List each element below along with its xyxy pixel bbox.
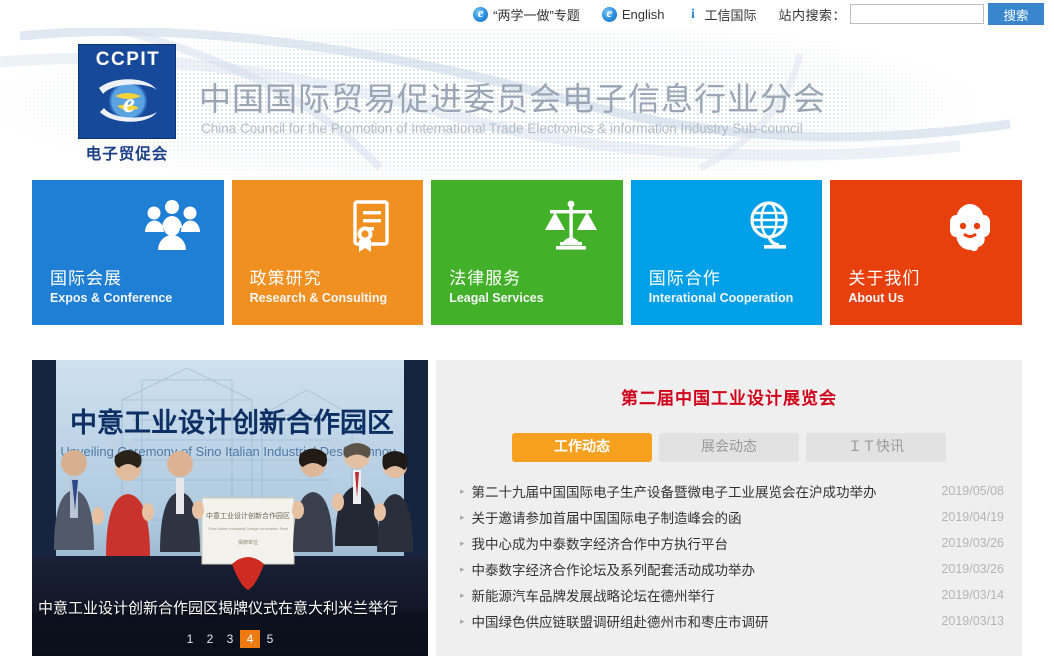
scales-balance-icon [544, 200, 597, 250]
top-utility-bar: “两学一做”专题 English 工信国际 站内搜索： 搜索 [0, 0, 1054, 28]
news-item-title: 第二十九届中国国际电子生产设备暨微电子工业展览会在沪成功举办 [471, 485, 877, 501]
news-item-title: 关于邀请参加首届中国国际电子制造峰会的函 [471, 511, 742, 527]
tab-work-news[interactable]: 工作动态 [512, 433, 652, 462]
search-input[interactable] [850, 4, 984, 24]
carousel-caption: 中意工业设计创新合作园区揭牌仪式在意大利米兰举行 [38, 599, 399, 617]
tile-label-en: Expos & Conference [50, 291, 173, 305]
news-panel-title: 第二届中国工业设计展览会 [621, 389, 837, 409]
list-item[interactable]: ▸ 我中心成为中泰数字经济合作中方执行平台 2019/03/26 [460, 530, 1004, 556]
tile-research-consulting[interactable]: 政策研究 Research & Consulting [231, 180, 424, 325]
news-item-date: 2019/04/19 [941, 510, 1004, 524]
logo-badge: CCPIT e [78, 44, 176, 139]
news-item-title: 我中心成为中泰数字经济合作中方执行平台 [471, 537, 729, 553]
primary-nav-tiles: 国际会展 Expos & Conference 政策研究 Research & … [32, 180, 1022, 325]
tile-label-en: Leagal Services [449, 291, 544, 305]
top-link-liangxue[interactable]: “两学一做”专题 [473, 5, 580, 24]
tile-expos-conference[interactable]: 国际会展 Expos & Conference [32, 180, 224, 325]
tab-it-news[interactable]: ＩＴ快讯 [806, 433, 946, 462]
tile-label-cn: 国际合作 [648, 269, 721, 289]
certificate-icon [353, 200, 389, 252]
top-link-label: 工信国际 [704, 7, 757, 23]
top-link-label: English [621, 6, 665, 22]
tab-expo-news[interactable]: 展会动态 [659, 433, 799, 462]
news-carousel[interactable]: 中意工业设计创新合作园区 Unveiling Ceremony of Sino … [32, 360, 428, 656]
people-group-icon [144, 200, 200, 250]
bullet-arrow-icon: ▸ [460, 589, 465, 600]
svg-text:中意工业设计创新合作园区: 中意工业设计创新合作园区 [206, 511, 290, 520]
bullet-arrow-icon: ▸ [460, 615, 465, 626]
news-list: ▸ 第二十九届中国国际电子生产设备暨微电子工业展览会在沪成功举办 2019/05… [436, 478, 1022, 634]
tile-label-en: Interational Cooperation [648, 291, 794, 305]
lower-content: 中意工业设计创新合作园区 Unveiling Ceremony of Sino … [32, 360, 1022, 656]
tile-label-en: About Us [848, 291, 904, 305]
site-subtitle: China Council for the Promotion of Inter… [201, 121, 803, 136]
globe-e-icon: e [99, 79, 157, 122]
svg-text:Sino Italian Industrial Design: Sino Italian Industrial Design Innovatio… [208, 526, 288, 531]
news-item-title: 中泰数字经济合作论坛及系列配套活动成功举办 [471, 563, 756, 579]
news-item-date: 2019/03/13 [941, 614, 1004, 628]
search-label: 站内搜索： [778, 7, 846, 23]
tile-about-us[interactable]: 关于我们 About Us [830, 180, 1022, 325]
news-item-title: 新能源汽车品牌发展战略论坛在德州举行 [471, 589, 715, 605]
headset-support-icon [949, 202, 990, 252]
news-item-title: 中国绿色供应链联盟调研组赴德州市和枣庄市调研 [471, 615, 769, 631]
tile-label-cn: 国际会展 [50, 269, 122, 289]
svg-text:揭牌单位: 揭牌单位 [238, 539, 258, 546]
search-button[interactable]: 搜索 [988, 3, 1044, 25]
ie-browser-icon [601, 5, 617, 22]
tile-legal-services[interactable]: 法律服务 Leagal Services [431, 180, 623, 325]
top-link-label: “两学一做”专题 [493, 7, 580, 23]
news-item-date: 2019/03/26 [941, 536, 1004, 550]
info-icon [686, 7, 699, 22]
ccpit-logo[interactable]: CCPIT e 电子贸促会 [78, 44, 182, 163]
site-header: CCPIT e 电子贸促会 中国国际贸易促进委员会电子信息行业分会 China … [0, 28, 1054, 174]
ie-browser-icon [473, 5, 489, 22]
pager-dot-2[interactable]: 2 [200, 630, 220, 648]
news-item-date: 2019/03/26 [941, 562, 1004, 576]
bullet-arrow-icon: ▸ [460, 537, 465, 548]
pager-dot-1[interactable]: 1 [180, 630, 200, 648]
logo-subtitle-text: 电子贸促会 [85, 146, 169, 163]
svg-text:e: e [123, 88, 135, 118]
site-search: 站内搜索： 搜索 [778, 3, 1044, 25]
tile-label-cn: 关于我们 [848, 269, 921, 289]
top-link-english[interactable]: English [601, 5, 665, 22]
list-item[interactable]: ▸ 中泰数字经济合作论坛及系列配套活动成功举办 2019/03/26 [460, 556, 1004, 582]
pager-dot-4[interactable]: 4 [240, 630, 260, 648]
top-link-gongxinguoji[interactable]: 工信国际 [686, 5, 756, 24]
tile-label-cn: 政策研究 [249, 269, 322, 289]
svg-text:中意工业设计创新合作园区: 中意工业设计创新合作园区 [70, 407, 394, 439]
news-item-date: 2019/03/14 [941, 588, 1004, 602]
bullet-arrow-icon: ▸ [460, 563, 465, 574]
pager-dot-3[interactable]: 3 [220, 630, 240, 648]
tile-label-en: Research & Consulting [249, 291, 388, 305]
news-tabs: 工作动态 展会动态 ＩＴ快讯 [436, 433, 1022, 462]
globe-stand-icon [750, 201, 788, 249]
list-item[interactable]: ▸ 中国绿色供应链联盟调研组赴德州市和枣庄市调研 2019/03/13 [460, 608, 1004, 634]
list-item[interactable]: ▸ 第二十九届中国国际电子生产设备暨微电子工业展览会在沪成功举办 2019/05… [460, 478, 1004, 504]
pager-dot-5[interactable]: 5 [260, 630, 280, 648]
bullet-arrow-icon: ▸ [460, 511, 465, 522]
logo-ccpit-text: CCPIT [95, 49, 161, 70]
list-item[interactable]: ▸ 关于邀请参加首届中国国际电子制造峰会的函 2019/04/19 [460, 504, 1004, 530]
list-item[interactable]: ▸ 新能源汽车品牌发展战略论坛在德州举行 2019/03/14 [460, 582, 1004, 608]
news-panel: 第二届中国工业设计展览会 工作动态 展会动态 ＩＴ快讯 ▸ 第二十九届中国国际电… [436, 360, 1022, 656]
bullet-arrow-icon: ▸ [460, 485, 465, 496]
carousel-pagination: 1 2 3 4 5 [32, 630, 428, 648]
tile-international-cooperation[interactable]: 国际合作 Interational Cooperation [630, 180, 823, 325]
tile-label-cn: 法律服务 [449, 269, 522, 289]
site-title: 中国国际贸易促进委员会电子信息行业分会 [199, 80, 827, 118]
news-item-date: 2019/05/08 [941, 484, 1004, 498]
